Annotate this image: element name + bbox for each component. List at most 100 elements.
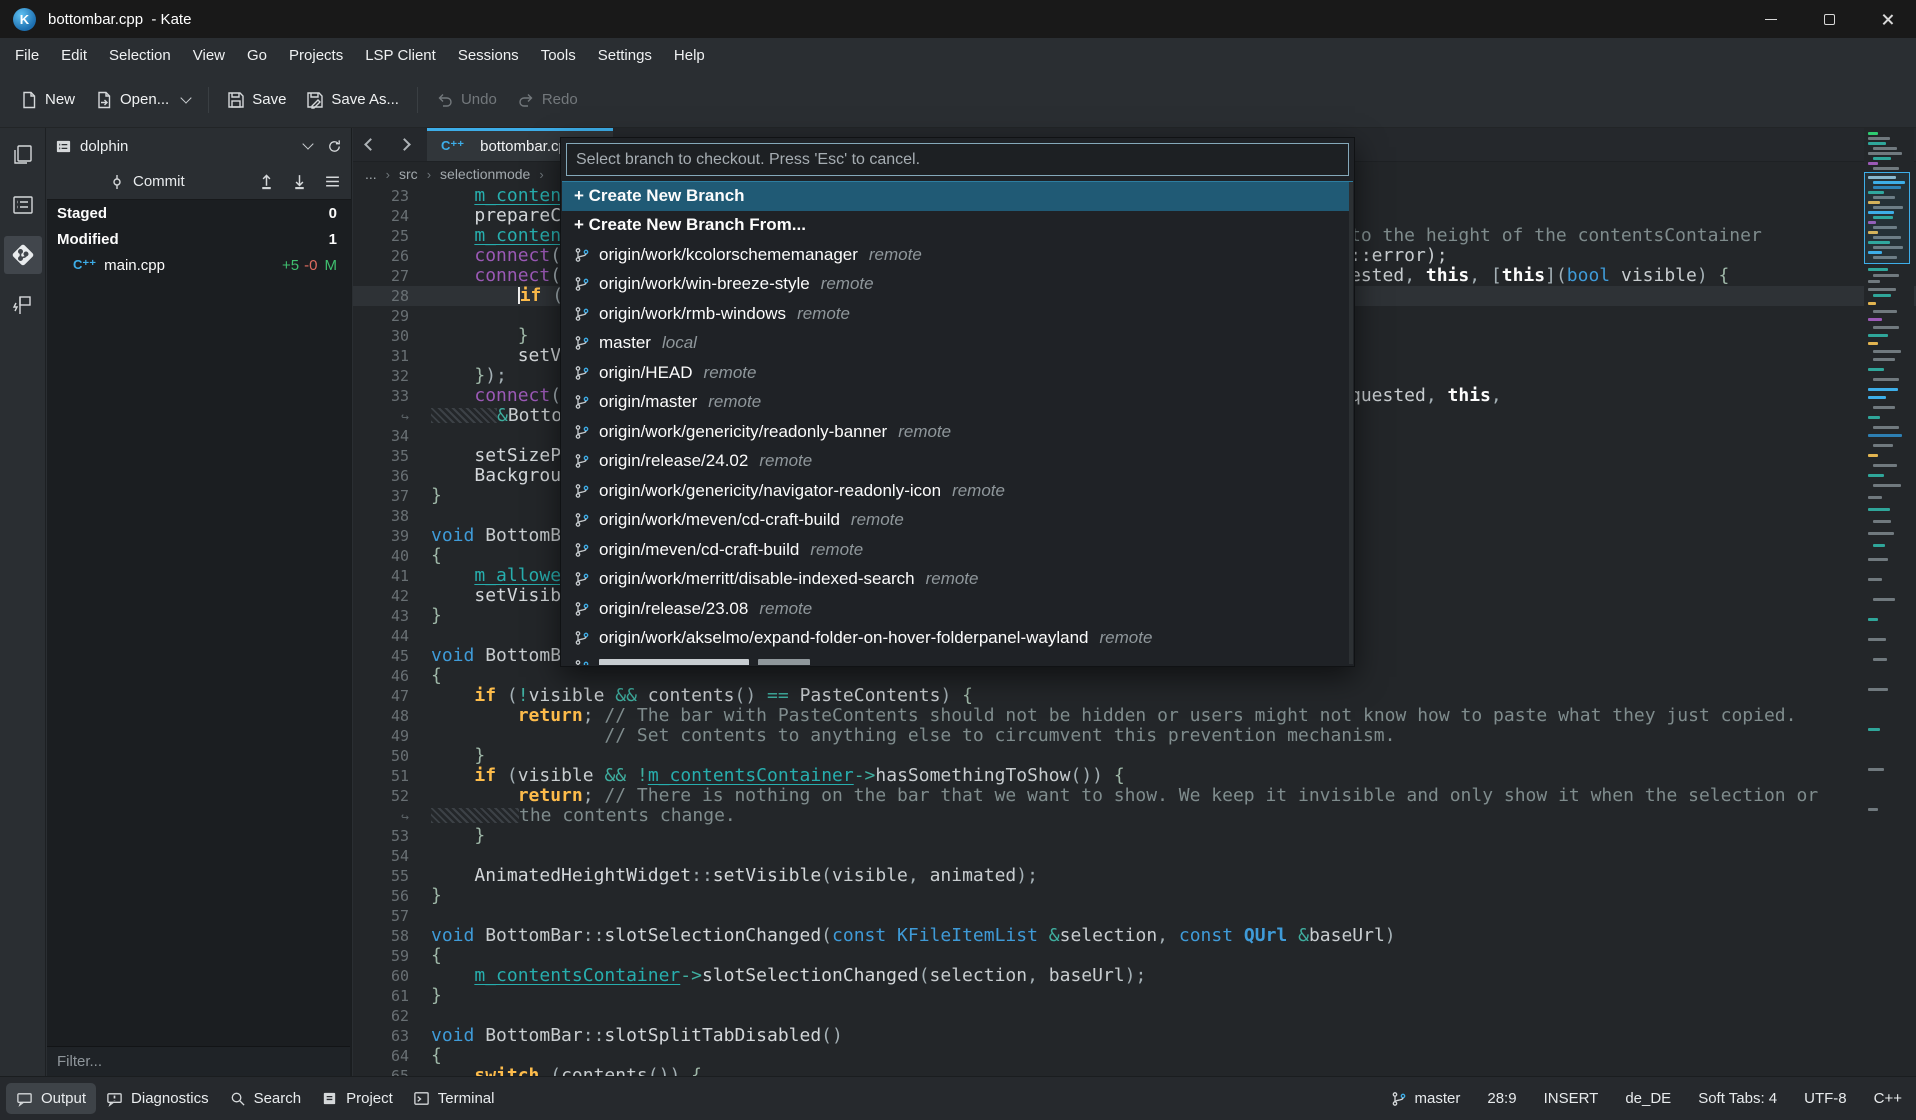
git-menu-icon[interactable] [324,173,341,190]
diagnostics-view-button[interactable]: Diagnostics [96,1083,219,1114]
refresh-icon[interactable] [326,138,343,155]
code-line[interactable]: 46{ [353,666,1916,686]
code-line[interactable]: 53 } [353,826,1916,846]
code-line[interactable]: 63void BottomBar::slotSplitTabDisabled() [353,1026,1916,1046]
menu-tools[interactable]: Tools [530,43,587,68]
commit-button[interactable]: Commit [109,173,242,190]
branch-item[interactable]: origin/work/merritt/disable-indexed-sear… [562,565,1353,595]
maximize-button[interactable] [1800,0,1858,38]
syntax-language[interactable]: C++ [1874,1090,1902,1107]
menu-go[interactable]: Go [236,43,278,68]
menu-edit[interactable]: Edit [50,43,98,68]
branch-item[interactable]: origin/work/meven/cd-craft-buildremote [562,506,1353,536]
branch-item[interactable]: origin/meven/cd-craft-buildremote [562,535,1353,565]
menu-lsp-client[interactable]: LSP Client [354,43,447,68]
code-line[interactable]: 64{ [353,1046,1916,1066]
branch-item[interactable]: origin/work/win-breeze-styleremote [562,270,1353,300]
git-toolview-button[interactable] [4,236,42,274]
branch-status[interactable]: master [1391,1090,1461,1107]
push-icon[interactable] [258,173,275,190]
code-line[interactable]: 56} [353,886,1916,906]
history-forward-button[interactable] [387,128,421,161]
branch-search-input[interactable]: Select branch to checkout. Press 'Esc' t… [566,143,1349,176]
minimap-scrollbar[interactable] [1864,128,1914,1076]
input-mode[interactable]: INSERT [1544,1090,1599,1107]
branch-item[interactable]: + Create New Branch [562,181,1353,211]
history-back-button[interactable] [353,128,387,161]
git-file-row[interactable]: C⁺⁺ main.cpp +5-0M [47,252,351,278]
breadcrumb-item[interactable]: selectionmode [440,166,530,182]
branch-icon [574,276,590,292]
documents-toolview-button[interactable] [4,136,42,174]
menu-bar: FileEditSelectionViewGoProjectsLSP Clien… [0,38,1916,72]
code-line[interactable]: 57 [353,906,1916,926]
minimize-button[interactable] [1742,0,1800,38]
git-staged-row[interactable]: Staged 0 [47,200,351,226]
branch-item[interactable]: + Create New Branch From... [562,211,1353,241]
pull-icon[interactable] [291,173,308,190]
terminal-view-button[interactable]: Terminal [403,1083,505,1114]
search-view-button[interactable]: Search [219,1083,312,1114]
save-button-label: Save [252,91,286,108]
git-filter-input[interactable]: Filter... [47,1046,350,1076]
branch-item[interactable]: origin/release/23.08remote [562,594,1353,624]
dictionary-locale[interactable]: de_DE [1625,1090,1671,1107]
project-view-button[interactable]: Project [311,1083,403,1114]
branch-item[interactable]: origin/masterremote [562,388,1353,418]
cursor-position[interactable]: 28:9 [1487,1090,1516,1107]
code-line[interactable]: 60 m_contentsContainer->slotSelectionCha… [353,966,1916,986]
menu-help[interactable]: Help [663,43,716,68]
code-line[interactable]: 51 if (visible && !m_contentsContainer->… [353,766,1916,786]
encoding[interactable]: UTF-8 [1804,1090,1847,1107]
menu-settings[interactable]: Settings [587,43,663,68]
new-button[interactable]: New [10,84,85,116]
code-line[interactable]: 49 // Set contents to anything else to c… [353,726,1916,746]
code-text-fragment: ested, this, [this](bool visible) { [1350,266,1729,286]
branch-item[interactable]: origin/work/genericity/readonly-bannerre… [562,417,1353,447]
menu-projects[interactable]: Projects [278,43,354,68]
projects-toolview-button[interactable] [4,186,42,224]
output-view-button[interactable]: Output [6,1083,96,1114]
code-line[interactable]: 52 return; // There is nothing on the ba… [353,786,1916,806]
git-modified-row[interactable]: Modified 1 [47,226,351,252]
code-line[interactable]: 59{ [353,946,1916,966]
undo-button[interactable]: Undo [426,84,507,116]
git-project-selector[interactable]: dolphin [47,128,351,164]
redo-button[interactable]: Redo [507,84,588,116]
open-button[interactable]: Open... [85,84,200,116]
code-line[interactable]: 65 switch (contents()) { [353,1066,1916,1076]
branch-item[interactable]: origin/work/genericity/navigator-readonl… [562,476,1353,506]
menu-selection[interactable]: Selection [98,43,182,68]
branch-item[interactable]: masterlocal [562,329,1353,359]
menu-view[interactable]: View [182,43,236,68]
menu-file[interactable]: File [4,43,50,68]
save-button[interactable]: Save [217,84,296,116]
popup-scrollbar[interactable] [1349,182,1353,664]
code-line[interactable]: 62 [353,1006,1916,1026]
branch-item[interactable]: origin/HEADremote [562,358,1353,388]
open-dropdown-icon[interactable] [181,92,192,103]
code-line[interactable]: 50 } [353,746,1916,766]
code-line[interactable]: 54 [353,846,1916,866]
code-line[interactable]: 48 return; // The bar with PasteContents… [353,706,1916,726]
breadcrumb-item[interactable]: src [399,166,418,182]
branch-item[interactable] [562,653,1353,665]
code-line[interactable]: 58void BottomBar::slotSelectionChanged(c… [353,926,1916,946]
tab-width[interactable]: Soft Tabs: 4 [1698,1090,1777,1107]
branch-item[interactable]: origin/release/24.02remote [562,447,1353,477]
code-line[interactable]: 47 if (!visible && contents() == PasteCo… [353,686,1916,706]
branch-item[interactable]: origin/work/kcolorschememanagerremote [562,240,1353,270]
breadcrumb-item[interactable]: ... [365,166,377,182]
external-tools-toolview-button[interactable] [4,286,42,324]
menu-sessions[interactable]: Sessions [447,43,530,68]
branch-item[interactable]: origin/work/rmb-windowsremote [562,299,1353,329]
code-wrap-row[interactable]: ↪the contents change. [353,806,1916,826]
code-line[interactable]: 61} [353,986,1916,1006]
minimap-viewport[interactable] [1864,172,1910,264]
project-dropdown-icon[interactable] [302,138,313,149]
code-line[interactable]: 55 AnimatedHeightWidget::setVisible(visi… [353,866,1916,886]
search-label: Search [254,1090,302,1107]
close-button[interactable] [1858,0,1916,38]
branch-item[interactable]: origin/work/akselmo/expand-folder-on-hov… [562,624,1353,654]
save-as-button[interactable]: Save As... [296,84,409,116]
